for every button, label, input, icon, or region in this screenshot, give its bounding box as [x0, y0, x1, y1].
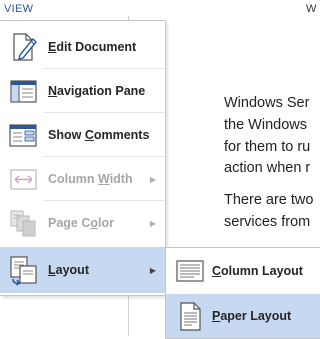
menu-item-navigation-pane[interactable]: Navigation Pane [0, 69, 165, 113]
menu-item-layout[interactable]: Layout ▶ [0, 247, 165, 293]
document-line: the Windows [224, 116, 308, 133]
paper-layout-icon [174, 300, 206, 332]
view-tab[interactable]: VIEW [4, 3, 33, 15]
column-layout-icon [174, 255, 206, 287]
document-line: There are two [224, 192, 314, 209]
menu-item-column-width[interactable]: Column Width ▶ [0, 157, 165, 201]
menu-item-label: Show Comments [48, 128, 150, 142]
navigation-pane-icon [7, 75, 39, 107]
menu-item-label: Column Width [48, 172, 133, 186]
chevron-right-icon: ▶ [149, 218, 156, 228]
view-menu: Edit Document Navigation Pane Show Comme… [0, 20, 166, 296]
menu-item-page-color[interactable]: Page Color ▶ [0, 201, 165, 245]
menu-item-label: Edit Document [48, 40, 137, 54]
show-comments-icon [7, 119, 39, 151]
ribbon-right-glyph: W [306, 3, 317, 15]
layout-submenu: Column Layout Paper Layout [165, 247, 320, 339]
chevron-right-icon: ▶ [149, 174, 156, 184]
document-line: Windows Ser [224, 95, 310, 111]
submenu-item-paper-layout[interactable]: Paper Layout [166, 294, 320, 338]
submenu-item-label: Paper Layout [212, 309, 292, 323]
chevron-right-icon: ▶ [149, 265, 156, 275]
menu-item-label: Navigation Pane [48, 84, 146, 98]
document-paragraph: Windows Ser the Windows for them to ru a… [224, 93, 320, 180]
document-line: for them to ru [224, 138, 311, 155]
edit-document-icon [7, 31, 39, 63]
layout-icon [7, 254, 39, 286]
page-color-icon [7, 207, 39, 239]
document-line: services from [224, 213, 311, 230]
document-body[interactable]: Windows Ser the Windows for them to ru a… [224, 93, 320, 244]
menu-item-show-comments[interactable]: Show Comments [0, 113, 165, 157]
column-width-icon [7, 163, 39, 195]
menu-item-edit-document[interactable]: Edit Document [0, 25, 165, 69]
document-line: action when r [224, 160, 311, 177]
submenu-item-label: Column Layout [212, 264, 303, 278]
menu-item-label: Layout [48, 263, 89, 277]
submenu-item-column-layout[interactable]: Column Layout [166, 249, 320, 293]
document-paragraph: There are two services from [224, 190, 320, 234]
menu-item-label: Page Color [48, 216, 115, 230]
